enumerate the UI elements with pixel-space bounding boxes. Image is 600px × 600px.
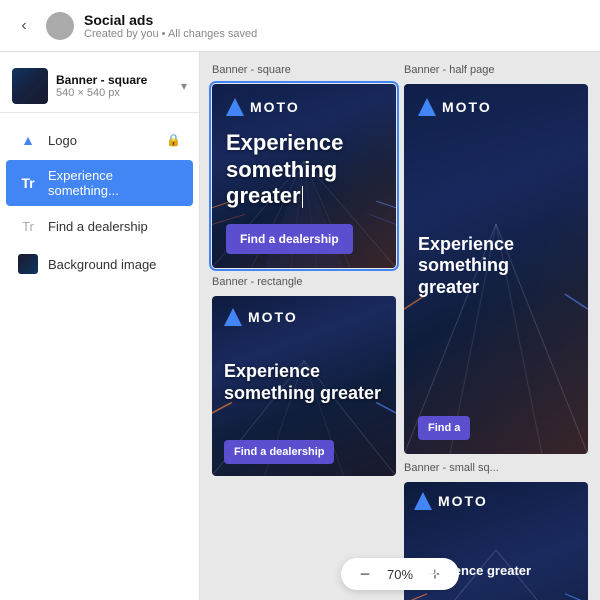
banner-thumb xyxy=(12,68,48,104)
banner-square: MOTO Experience something greater Find a… xyxy=(212,84,396,268)
moto-logo-icon-rect xyxy=(224,308,242,326)
canvas-area: Banner - square xyxy=(200,52,600,600)
banner-info: Banner - square 540 × 540 px xyxy=(56,73,173,99)
text-cursor xyxy=(302,186,303,208)
banner-half-page: MOTO Experi­ence somet­hing greate­r Fin… xyxy=(404,84,588,454)
moto-text-small: MOTO xyxy=(438,493,488,509)
logo-icon: ▲ xyxy=(18,130,38,150)
main-layout: Banner - square 540 × 540 px ▾ ▲ Logo 🔒 … xyxy=(0,52,600,600)
sidebar-item-logo-label: Logo xyxy=(48,133,156,148)
banner-rectangle-card[interactable]: MOTO Experience something greater Find a… xyxy=(212,296,396,476)
banner-headline-half: Experi­ence somet­hing greate­r xyxy=(418,234,574,299)
moto-text: MOTO xyxy=(250,99,300,115)
moto-text-rect: MOTO xyxy=(248,309,298,325)
zoom-out-button[interactable]: − xyxy=(355,564,375,584)
moto-logo-icon xyxy=(226,98,244,116)
banner-rectangle-label: Banner - rectangle xyxy=(212,276,396,288)
page-subtitle: Created by you • All changes saved xyxy=(84,28,257,40)
banner-rect-top: MOTO xyxy=(224,308,384,326)
sidebar-item-bg-label: Background image xyxy=(48,257,181,272)
moto-logo-icon-small xyxy=(414,492,432,510)
sidebar-item-text-label: Experience something... xyxy=(48,168,181,198)
banner-half-top: MOTO xyxy=(418,98,574,116)
banner-half-card[interactable]: MOTO Experi­ence somet­hing greate­r Fin… xyxy=(404,84,588,454)
banner-headline-small: Experie­nce greater xyxy=(414,563,578,579)
banner-name: Banner - square xyxy=(56,73,173,87)
sidebar: Banner - square 540 × 540 px ▾ ▲ Logo 🔒 … xyxy=(0,52,200,600)
chevron-down-icon: ▾ xyxy=(181,79,187,93)
banners-grid: Banner - square xyxy=(212,64,588,600)
image-icon xyxy=(18,254,38,274)
lock-icon: 🔒 xyxy=(166,133,181,147)
moto-text-half: MOTO xyxy=(442,99,492,115)
banner-size: 540 × 540 px xyxy=(56,87,173,99)
banner-headline-rect: Experience something greater xyxy=(224,361,384,404)
banner-rect-cta[interactable]: Find a dealership xyxy=(224,440,334,464)
banner-square-card[interactable]: MOTO Experience something greater Find a… xyxy=(212,84,396,268)
banner-cta-button[interactable]: Find a dealership xyxy=(226,224,353,254)
sidebar-item-dealership-label: Find a dealership xyxy=(48,219,181,234)
banner-half-label: Banner - half page xyxy=(404,64,588,76)
title-group: Social ads Created by you • All changes … xyxy=(84,12,257,40)
sidebar-item-dealership[interactable]: Tr Find a dealership xyxy=(6,208,193,244)
banner-half-wrapper: Banner - half page xyxy=(404,64,588,454)
text-icon: Tr xyxy=(18,173,38,193)
zoom-value: 70% xyxy=(387,567,413,582)
banner-small-top: MOTO xyxy=(414,492,578,510)
banner-headline: Experience something greater xyxy=(226,130,382,209)
banner-half-cta[interactable]: Find a xyxy=(418,416,470,440)
topbar: ‹ Social ads Created by you • All change… xyxy=(0,0,600,52)
sidebar-item-bg[interactable]: Background image xyxy=(6,246,193,282)
text-alt-icon: Tr xyxy=(18,216,38,236)
moto-logo-icon-half xyxy=(418,98,436,116)
banner-selector[interactable]: Banner - square 540 × 540 px ▾ xyxy=(0,60,199,113)
banner-square-label: Banner - square xyxy=(212,64,396,76)
back-button[interactable]: ‹ xyxy=(12,14,36,38)
avatar xyxy=(46,12,74,40)
banner-small-label: Banner - small sq... xyxy=(404,462,588,474)
banner-square-wrapper: Banner - square xyxy=(212,64,396,268)
banner-top-row: MOTO xyxy=(226,98,382,116)
sidebar-item-logo[interactable]: ▲ Logo 🔒 xyxy=(6,122,193,158)
page-title: Social ads xyxy=(84,12,257,28)
banner-rectangle-wrapper: Banner - rectangle xyxy=(212,276,396,476)
sidebar-item-text[interactable]: Tr Experience something... xyxy=(6,160,193,206)
